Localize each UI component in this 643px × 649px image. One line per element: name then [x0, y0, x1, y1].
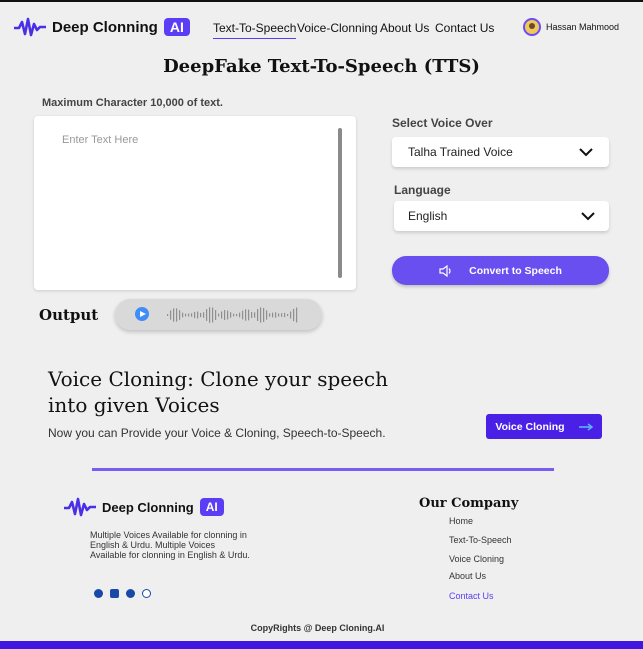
- chevron-down-icon: [579, 147, 593, 156]
- user-name: Hassan Mahmood: [545, 22, 619, 32]
- language-label: Language: [394, 183, 451, 197]
- chevron-down-icon: [581, 211, 595, 220]
- footer-description: Multiple Voices Available for clonning i…: [90, 530, 250, 560]
- voice-cloning-button-label: Voice Cloning: [495, 420, 565, 433]
- language-select-value: English: [408, 209, 448, 223]
- copyright: CopyRights @ Deep Cloning.AI: [250, 623, 385, 633]
- textarea-scrollbar[interactable]: [338, 128, 342, 278]
- output-label: Output: [39, 306, 99, 324]
- nav-contact-us[interactable]: Contact Us: [435, 21, 494, 35]
- page-title: DeepFake Text-To-Speech (TTS): [163, 56, 480, 77]
- footer-brand-logo[interactable]: Deep Clonning AI: [64, 496, 224, 518]
- bottom-bar: [0, 641, 643, 649]
- linkedin-icon[interactable]: [110, 589, 119, 598]
- section-divider: [92, 468, 554, 471]
- brand-name: Deep Clonning: [52, 18, 158, 36]
- arrow-right-icon: [578, 422, 593, 431]
- footer-link-about-us[interactable]: About Us: [449, 571, 486, 581]
- footer-link-text-to-speech[interactable]: Text-To-Speech: [449, 535, 512, 545]
- promo-title-line2: into given Voices: [48, 393, 220, 417]
- waveform-icon: [167, 307, 298, 323]
- footer-link-voice-cloning[interactable]: Voice Cloning: [449, 554, 504, 564]
- footer-brand-badge: AI: [199, 498, 224, 516]
- footer-brand-name: Deep Clonning: [102, 499, 194, 515]
- promo-title-line1: Voice Cloning: Clone your speech: [48, 367, 389, 391]
- voice-select-value: Talha Trained Voice: [408, 145, 513, 159]
- play-icon[interactable]: [135, 307, 149, 321]
- facebook-icon[interactable]: [94, 589, 103, 598]
- speaker-icon: [439, 264, 451, 277]
- convert-to-speech-button[interactable]: Convert to Speech: [392, 256, 609, 285]
- audio-player: [115, 299, 322, 330]
- promo-subtitle: Now you can Provide your Voice & Cloning…: [48, 426, 386, 440]
- sound-wave-logo-icon: [14, 17, 46, 37]
- footer-link-contact-us[interactable]: Contact Us: [449, 591, 494, 601]
- nav-about-us[interactable]: About Us: [380, 21, 429, 35]
- instagram-icon[interactable]: [142, 589, 151, 598]
- text-input-placeholder: Enter Text Here: [62, 134, 139, 146]
- promo-title: Voice Cloning: Clone your speech into gi…: [48, 366, 388, 418]
- voice-cloning-button[interactable]: Voice Cloning: [486, 414, 602, 439]
- sound-wave-logo-icon: [64, 497, 96, 517]
- nav-text-to-speech[interactable]: Text-To-Speech: [213, 21, 297, 39]
- language-select[interactable]: English: [394, 201, 609, 231]
- user-profile[interactable]: Hassan Mahmood: [522, 18, 619, 36]
- brand-badge: AI: [163, 18, 190, 36]
- char-limit-label: Maximum Character 10,000 of text.: [42, 97, 223, 109]
- footer-company-title: Our Company: [419, 496, 519, 511]
- social-links: [94, 589, 151, 598]
- text-input[interactable]: Enter Text Here: [34, 116, 356, 290]
- convert-to-speech-label: Convert to Speech: [469, 264, 562, 277]
- brand-logo[interactable]: Deep Clonning AI: [14, 16, 190, 38]
- nav-voice-clonning[interactable]: Voice-Clonning: [297, 21, 378, 35]
- voice-label: Select Voice Over: [392, 116, 493, 130]
- footer-link-home[interactable]: Home: [449, 516, 473, 526]
- avatar: [522, 18, 541, 36]
- twitter-icon[interactable]: [126, 589, 135, 598]
- voice-select[interactable]: Talha Trained Voice: [392, 137, 609, 167]
